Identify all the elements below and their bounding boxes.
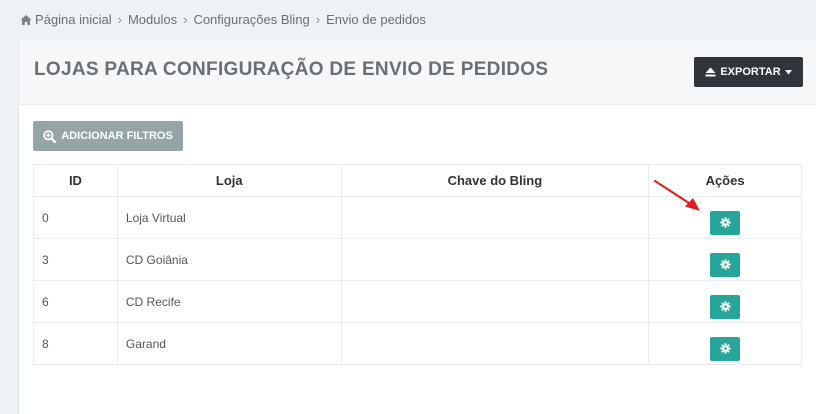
home-icon: [20, 14, 32, 25]
breadcrumb-modulos[interactable]: Modulos: [128, 12, 177, 27]
breadcrumb-configuracoes-bling[interactable]: Configurações Bling: [193, 12, 309, 27]
cell-id: 3: [33, 238, 118, 281]
annotation-arrow: [653, 179, 700, 211]
add-filters-button[interactable]: ADICIONAR FILTROS: [33, 121, 183, 151]
table-row: 3 CD Goiânia: [33, 238, 802, 281]
breadcrumb-home[interactable]: Página inicial: [35, 12, 112, 27]
cell-id: 6: [33, 280, 118, 323]
cell-actions: [648, 238, 802, 281]
cell-bling-key: [340, 238, 650, 281]
breadcrumb-separator: ›: [117, 12, 122, 27]
configure-button[interactable]: [710, 252, 741, 277]
add-filters-label: ADICIONAR FILTROS: [61, 130, 173, 142]
configure-button[interactable]: [710, 336, 741, 361]
cell-store: Garand: [116, 322, 342, 365]
column-header-loja[interactable]: Loja: [116, 164, 342, 197]
panel-header: LOJAS PARA CONFIGURAÇÃO DE ENVIO DE PEDI…: [19, 39, 816, 105]
gear-icon: [719, 259, 731, 270]
cell-actions: [648, 280, 802, 323]
export-button-label: EXPORTAR: [720, 66, 781, 78]
breadcrumb-current: Envio de pedidos: [326, 12, 426, 27]
page-title: LOJAS PARA CONFIGURAÇÃO DE ENVIO DE PEDI…: [34, 59, 549, 80]
zoom-in-icon: [43, 129, 57, 143]
breadcrumb: Página inicial › Modulos › Configurações…: [20, 12, 426, 27]
column-header-chave-bling[interactable]: Chave do Bling: [340, 164, 650, 197]
table-row: 8 Garand: [33, 322, 802, 365]
cell-store: CD Recife: [116, 280, 342, 323]
cell-store: Loja Virtual: [116, 196, 342, 239]
gear-icon: [719, 301, 731, 312]
gear-icon: [719, 343, 731, 354]
cell-store: CD Goiânia: [116, 238, 342, 281]
breadcrumb-separator: ›: [183, 12, 188, 27]
table-row: 6 CD Recife: [33, 280, 802, 323]
gear-icon: [719, 217, 731, 228]
cell-actions: [648, 322, 802, 365]
export-button[interactable]: EXPORTAR: [694, 57, 803, 87]
stores-panel: LOJAS PARA CONFIGURAÇÃO DE ENVIO DE PEDI…: [18, 39, 816, 414]
configure-button[interactable]: [710, 210, 741, 235]
cell-bling-key: [340, 322, 650, 365]
cell-id: 0: [33, 196, 118, 239]
configure-button[interactable]: [710, 294, 741, 319]
cell-bling-key: [340, 196, 650, 239]
breadcrumb-separator: ›: [315, 12, 321, 27]
eject-icon: [705, 67, 716, 77]
caret-down-icon: [784, 69, 792, 74]
cell-id: 8: [33, 322, 118, 365]
column-header-id[interactable]: ID: [33, 164, 118, 197]
cell-bling-key: [340, 280, 650, 323]
